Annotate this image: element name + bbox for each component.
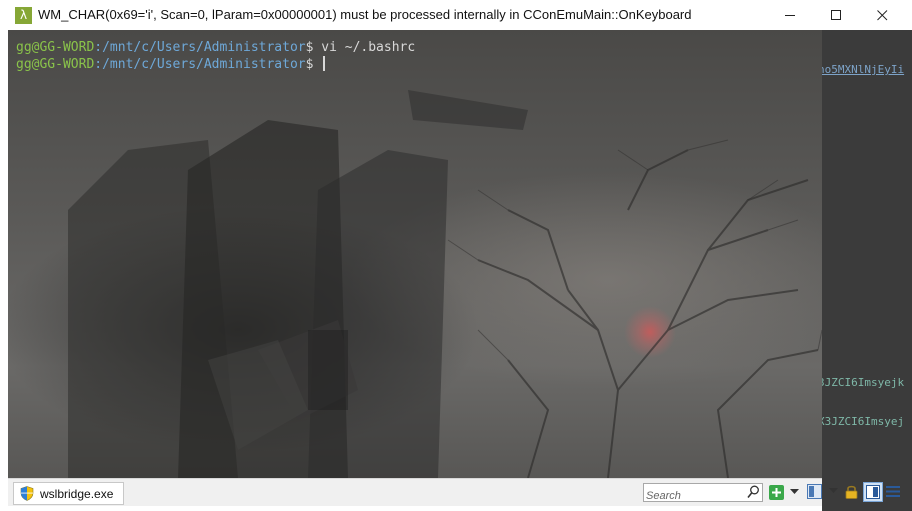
terminal-line: gg@GG-WORD:/mnt/c/Users/Administrator$ <box>16 56 326 73</box>
panel-layout-dropdown[interactable] <box>825 483 841 499</box>
chevron-down-icon <box>789 489 799 494</box>
split-view-button[interactable] <box>863 482 883 502</box>
new-console-dropdown[interactable] <box>786 484 802 500</box>
background-window <box>822 30 912 511</box>
background-text-line: X3JZCI6Imsyej <box>818 415 905 428</box>
status-bar: wslbridge.exe <box>8 478 822 506</box>
prompt-path: :/mnt/c/Users/Administrator <box>94 40 306 55</box>
panel-layout-button[interactable] <box>806 483 822 499</box>
background-image <box>68 90 822 478</box>
search-input[interactable] <box>644 487 742 505</box>
minimize-button[interactable] <box>767 0 813 30</box>
minimize-icon <box>784 14 795 16</box>
chevron-down-icon <box>828 488 838 493</box>
lock-button[interactable] <box>843 483 859 499</box>
split-view-icon <box>866 485 880 499</box>
console-tab[interactable]: wslbridge.exe <box>13 482 125 505</box>
close-button[interactable] <box>859 0 905 30</box>
background-text-line: no5MXNlNjEyIi <box>818 63 905 76</box>
maximize-icon <box>830 9 841 20</box>
window-panel-icon <box>806 483 822 499</box>
background-text-line: 3JZCI6Imsyejk <box>818 376 905 389</box>
prompt-symbol: $ <box>305 40 322 55</box>
close-icon <box>876 9 887 20</box>
maximize-button[interactable] <box>813 0 859 30</box>
terminal-console[interactable]: gg@GG-WORD:/mnt/c/Users/Administrator$ v… <box>8 30 822 478</box>
text-cursor <box>323 56 326 71</box>
tab-label: wslbridge.exe <box>40 486 114 501</box>
command-text: vi ~/.bashrc <box>321 40 416 55</box>
lock-icon <box>845 485 857 499</box>
prompt-user-host: gg@GG-WORD <box>16 40 95 55</box>
window-title: WM_CHAR(0x69='i', Scan=0, lParam=0x00000… <box>38 7 692 22</box>
plus-icon <box>768 484 784 500</box>
hamburger-menu-icon <box>886 485 900 497</box>
terminal-line: gg@GG-WORD:/mnt/c/Users/Administrator$ v… <box>16 40 415 56</box>
title-bar[interactable]: λ WM_CHAR(0x69='i', Scan=0, lParam=0x000… <box>0 0 912 30</box>
new-console-button[interactable] <box>768 484 784 500</box>
lambda-app-icon[interactable]: λ <box>15 7 32 24</box>
prompt-symbol: $ <box>305 57 322 72</box>
search-box[interactable] <box>643 483 763 505</box>
prompt-path: :/mnt/c/Users/Administrator <box>94 57 306 72</box>
prompt-user-host: gg@GG-WORD <box>16 57 95 72</box>
shield-icon <box>20 486 34 501</box>
search-icon[interactable] <box>747 485 760 499</box>
menu-button[interactable] <box>885 483 901 499</box>
